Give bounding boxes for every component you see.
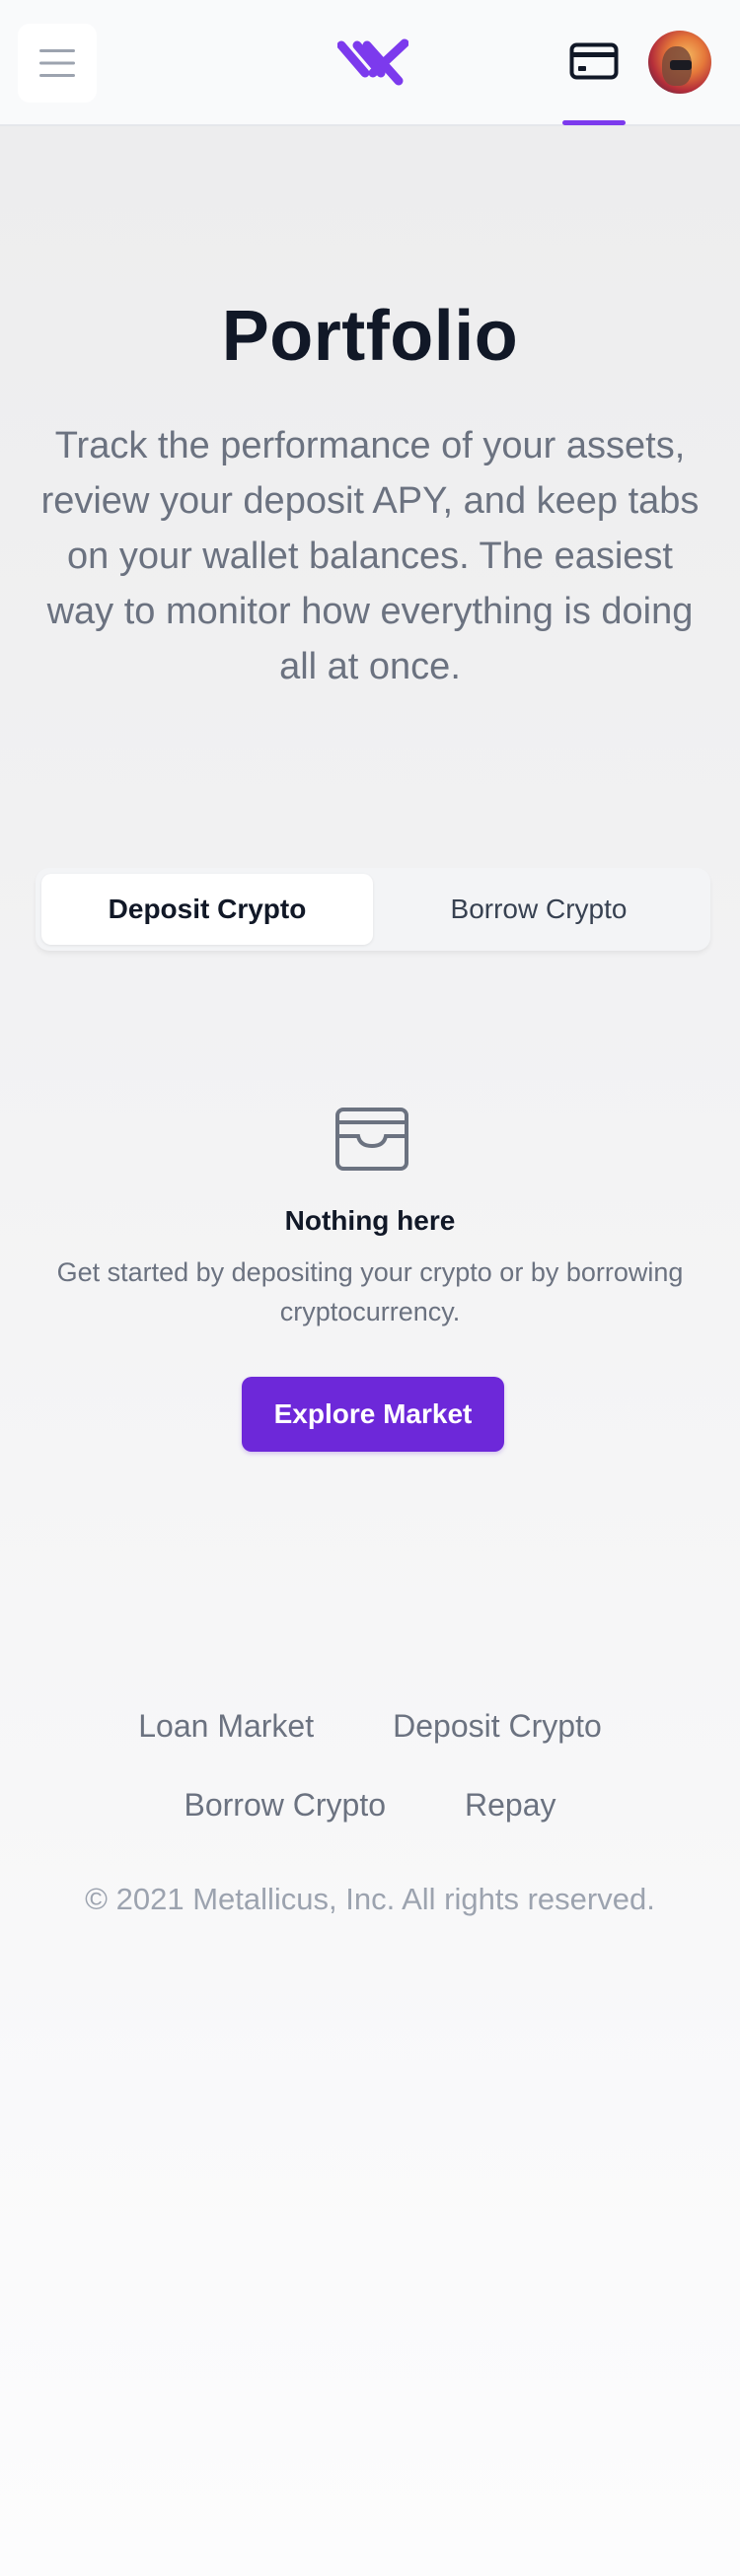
portfolio-tabs: Deposit Crypto Borrow Crypto	[36, 868, 710, 951]
inbox-tray-icon	[335, 1108, 408, 1171]
footer-link-loan-market[interactable]: Loan Market	[138, 1708, 314, 1745]
copyright-text: © 2021 Metallicus, Inc. All rights reser…	[85, 1882, 655, 1916]
avatar-glasses	[670, 60, 692, 70]
footer-link-repay[interactable]: Repay	[465, 1787, 556, 1824]
menu-button[interactable]	[18, 24, 97, 103]
footer-navigation: Loan Market Deposit Crypto Borrow Crypto…	[0, 1686, 740, 1844]
footer-link-borrow-crypto[interactable]: Borrow Crypto	[185, 1787, 387, 1824]
page-description: Track the performance of your assets, re…	[40, 425, 700, 687]
tab-deposit-crypto[interactable]: Deposit Crypto	[41, 874, 373, 945]
top-navigation-bar	[0, 0, 740, 126]
user-avatar[interactable]	[648, 31, 711, 94]
tab-borrow-crypto[interactable]: Borrow Crypto	[373, 874, 704, 945]
explore-market-button[interactable]: Explore Market	[242, 1377, 504, 1452]
wallet-button[interactable]	[562, 30, 626, 93]
footer-link-deposit-crypto[interactable]: Deposit Crypto	[393, 1708, 602, 1745]
empty-state-title: Nothing here	[284, 1205, 456, 1236]
active-nav-indicator	[562, 120, 626, 125]
credit-card-icon	[569, 42, 619, 80]
page-title: Portfolio	[221, 297, 519, 376]
hamburger-menu-icon	[39, 49, 75, 77]
metallicus-logo-icon[interactable]	[337, 37, 408, 87]
empty-state-text: Get started by depositing your crypto or…	[56, 1257, 684, 1326]
